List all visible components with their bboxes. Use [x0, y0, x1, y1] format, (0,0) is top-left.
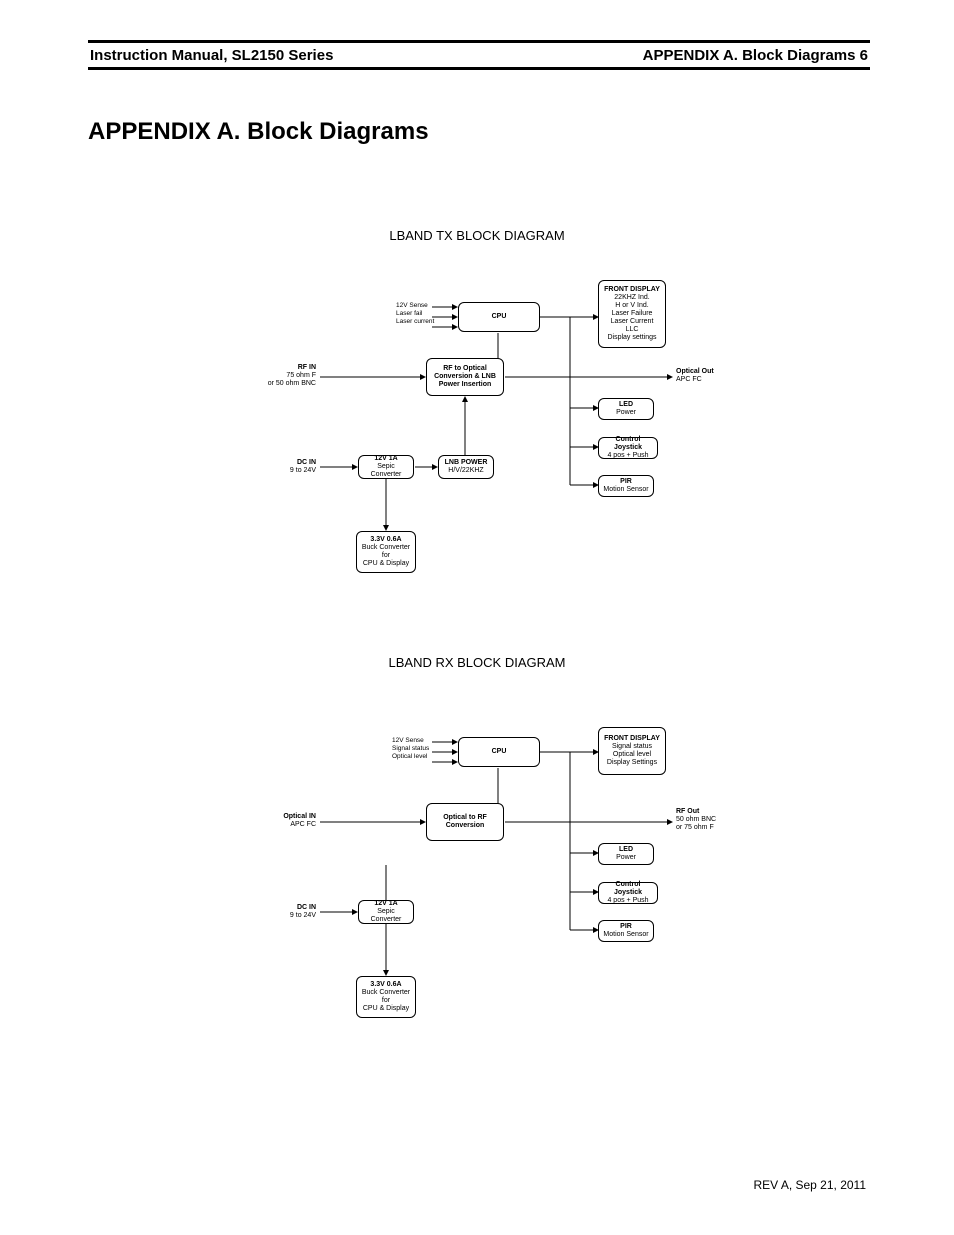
rx-joystick-box: Control Joystick 4 pos + Push [598, 882, 658, 904]
rx-optical-rf-box: Optical to RF Conversion [426, 803, 504, 841]
tx-sepic-box: 12V 1A Sepic Converter [358, 455, 414, 479]
header-left: Instruction Manual, SL2150 Series [90, 47, 333, 64]
tx-dc-in-label: DC IN 9 to 24V [258, 459, 316, 475]
rx-diagram: Optical IN APC FC DC IN 9 to 24V RF Out … [0, 695, 954, 1025]
tx-joystick-box: Control Joystick 4 pos + Push [598, 437, 658, 459]
rx-buck-box: 3.3V 0.6A Buck Converter for CPU & Displ… [356, 976, 416, 1018]
rx-title: LBAND RX BLOCK DIAGRAM [0, 655, 954, 670]
rx-dc-in-label: DC IN 9 to 24V [258, 904, 316, 920]
tx-rf-optical-box: RF to Optical Conversion & LNB Power Ins… [426, 358, 504, 396]
tx-led-box: LED Power [598, 398, 654, 420]
tx-diagram: RF IN 75 ohm F or 50 ohm BNC DC IN 9 to … [0, 260, 954, 590]
rx-led-box: LED Power [598, 843, 654, 865]
rx-front-display-box: FRONT DISPLAY Signal status Optical leve… [598, 727, 666, 775]
tx-cpu-box: CPU [458, 302, 540, 332]
tx-rf-in-label: RF IN 75 ohm F or 50 ohm BNC [258, 364, 316, 388]
tx-title: LBAND TX BLOCK DIAGRAM [0, 228, 954, 243]
tx-cpu-inputs: 12V Sense Laser fail Laser current [396, 302, 434, 326]
tx-optical-out-label: Optical Out APC FC [676, 368, 714, 384]
tx-lnb-box: LNB POWER H/V/22KHZ [438, 455, 494, 479]
header-bar: Instruction Manual, SL2150 Series APPEND… [88, 40, 870, 70]
rx-cpu-box: CPU [458, 737, 540, 767]
rx-cpu-inputs: 12V Sense Signal status Optical level [392, 737, 429, 761]
appendix-title: APPENDIX A. Block Diagrams [88, 118, 429, 146]
header-right: APPENDIX A. Block Diagrams 6 [643, 47, 868, 64]
rx-pir-box: PIR Motion Sensor [598, 920, 654, 942]
rx-optical-in-label: Optical IN APC FC [258, 813, 316, 829]
tx-buck-box: 3.3V 0.6A Buck Converter for CPU & Displ… [356, 531, 416, 573]
rx-sepic-box: 12V 1A Sepic Converter [358, 900, 414, 924]
tx-front-display-box: FRONT DISPLAY 22KHZ Ind. H or V Ind. Las… [598, 280, 666, 348]
page: Instruction Manual, SL2150 Series APPEND… [0, 0, 954, 1235]
tx-pir-box: PIR Motion Sensor [598, 475, 654, 497]
footer-rev: REV A, Sep 21, 2011 [753, 1178, 866, 1192]
rx-rf-out-label: RF Out 50 ohm BNC or 75 ohm F [676, 808, 716, 832]
